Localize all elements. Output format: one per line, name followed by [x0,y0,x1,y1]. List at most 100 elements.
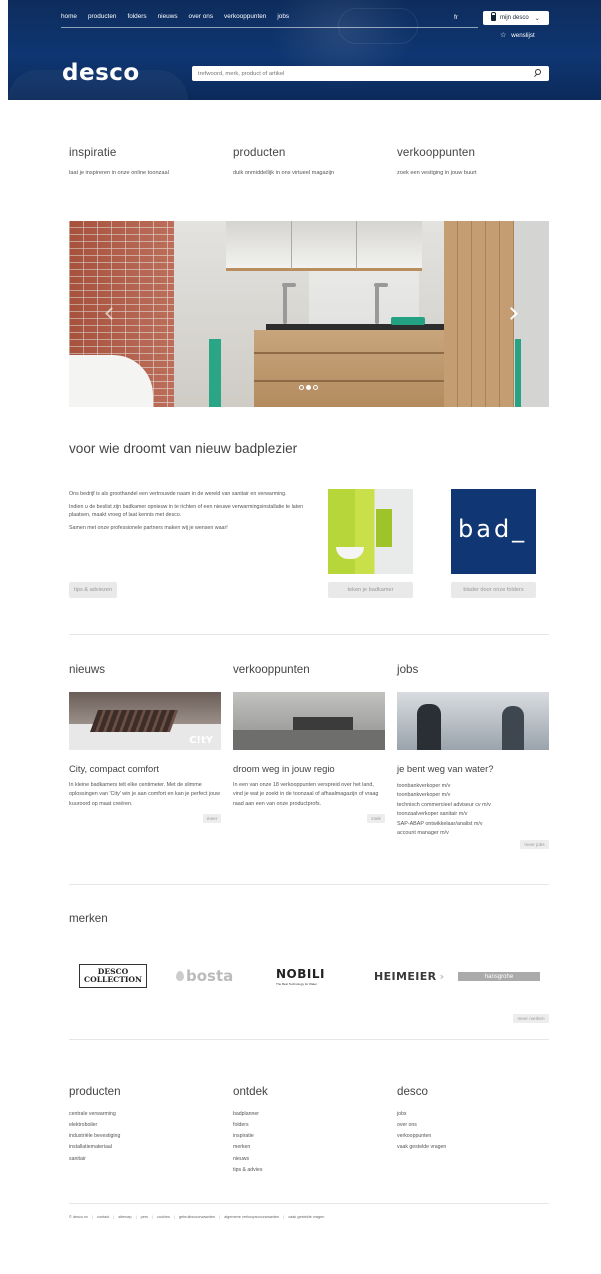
hansgrohe-logo[interactable]: hansgrohe [458,972,540,981]
carousel-dot[interactable] [299,385,304,390]
desco-logo[interactable]: desco [62,60,140,86]
hero-towel [391,317,425,325]
footer-link[interactable]: merken [233,1142,262,1153]
badplanner-button[interactable]: teken je badkamer [328,582,413,598]
intro-producten[interactable]: producten duik onmiddellijk in ons virtu… [233,146,334,178]
drop-icon [176,971,184,981]
verkooppunten-heading: verkooppunten [233,663,310,676]
jobs-image[interactable] [397,692,549,750]
job-item[interactable]: SAP-ABAP ontwikkelaar/analist m/v [397,820,491,829]
legal-link-sales-terms[interactable]: algemene verkoopsvoorwaarden [224,1215,279,1219]
carousel-dot-active[interactable] [306,385,311,390]
hero-mirror [226,221,422,271]
brand-name: HEIMEIER [374,969,437,983]
footer-list-desco: jobs over ons verkooppunten vaak gesteld… [397,1109,446,1154]
job-item[interactable]: toonbankverkoper m/v [397,782,491,791]
dream-paragraph: Samen met onze professionele partners ma… [69,525,228,532]
hero-tap [282,283,296,324]
dream-paragraph: Indien u de beslist zijn badkamer opnieu… [69,503,304,519]
news-image[interactable]: C!tY [69,692,221,750]
divider [69,634,549,635]
footer-link[interactable]: over ons [397,1120,446,1131]
news-heading: nieuws [69,663,106,676]
folders-thumbnail[interactable]: bad_ [451,489,536,574]
footer-heading-producten: producten [69,1085,121,1098]
hero-cabinet [254,330,444,407]
footer-link[interactable]: elektroboiler [69,1120,120,1131]
intro-text: duik onmiddellijk in ons virtueel magazi… [233,170,335,176]
divider [69,1203,549,1204]
footer-link[interactable]: tips & advies [233,1165,262,1176]
footer-link[interactable]: jobs [397,1109,446,1120]
heimeier-logo[interactable]: HEIMEIER › [374,964,445,988]
star-icon: ☆ [500,32,507,39]
search-input[interactable] [198,68,518,79]
nav-home[interactable]: home [61,13,77,20]
footer-link[interactable]: folders [233,1120,262,1131]
footer-link[interactable]: verkooppunten [397,1131,446,1142]
news-title[interactable]: City, compact comfort [69,763,159,774]
carousel-dot[interactable] [313,385,318,390]
brands-heading: merken [69,912,108,925]
nav-producten[interactable]: producten [88,13,116,20]
language-switch[interactable]: fr [454,14,458,21]
footer-link[interactable]: badplanner [233,1109,262,1120]
badplanner-thumbnail[interactable] [328,489,413,574]
footer-link[interactable]: industriële bevestiging [69,1131,120,1142]
nav-verkooppunten[interactable]: verkooppunten [224,13,266,20]
nav-folders[interactable]: folders [127,13,146,20]
chevron-down-icon: ⌄ [534,15,540,22]
hero-tall-cabinet [444,221,514,407]
footer-link[interactable]: installatiemateriaal [69,1142,120,1153]
legal-link-contact[interactable]: contact [97,1215,109,1219]
jobs-title[interactable]: je bent weg van water? [397,763,493,774]
jobs-heading: jobs [397,663,419,676]
wishlist-label: wenslijst [511,31,535,39]
nobili-logo[interactable]: NOBILI The Best Technology for Water [276,964,325,988]
copyright: © desco nv [69,1215,89,1219]
verkooppunten-search-button[interactable]: zoek [367,814,385,823]
tips-button[interactable]: tips & adviezen [69,582,117,598]
wishlist-link[interactable]: ☆ wenslijst [500,31,535,40]
hero-carousel[interactable] [69,221,549,407]
news-more-button[interactable]: meer [203,814,221,823]
legal-link-terms[interactable]: gebruiksvoorwaarden [179,1215,215,1219]
desco-collection-logo[interactable]: DESCO COLLECTION [79,964,147,988]
jobs-more-button[interactable]: meer jobs [520,840,549,849]
nav-divider [61,27,478,28]
legal-link-faq[interactable]: vaak gestelde vragen [288,1215,324,1219]
footer-link[interactable]: nieuws [233,1154,262,1165]
legal-link-sitemap[interactable]: sitemap [118,1215,131,1219]
nav-jobs[interactable]: jobs [277,13,289,20]
bosta-logo[interactable]: bosta [176,964,233,988]
footer-link[interactable]: centrale verwarming [69,1109,120,1120]
job-item[interactable]: toonzaalverkoper sanitair m/v [397,810,491,819]
legal-link-pers[interactable]: pers [141,1215,148,1219]
account-button[interactable]: mijn desco ⌄ [483,11,549,25]
job-item[interactable]: account manager m/v [397,829,491,838]
divider [69,884,549,885]
chevron-right-icon: › [439,969,445,983]
lock-icon [491,12,496,21]
brand-name: bosta [186,967,234,985]
nav-nieuws[interactable]: nieuws [158,13,178,20]
search-icon[interactable] [535,69,541,75]
search-bar [192,66,549,81]
folders-button[interactable]: blader door onze folders [451,582,536,598]
showroom-image[interactable] [233,692,385,750]
footer-link[interactable]: vaak gestelde vragen [397,1142,446,1153]
brands-more-button[interactable]: meer merken [513,1014,549,1023]
intro-title: verkooppunten [397,146,476,159]
intro-text: zoek een vestiging in jouw buurt [397,170,477,176]
dream-heading: voor wie droomt van nieuw badplezier [69,441,298,456]
verkooppunten-title[interactable]: droom weg in jouw regio [233,763,335,774]
job-item[interactable]: technisch commercieel adviseur cv m/v [397,801,491,810]
footer-list-producten: centrale verwarming elektroboiler indust… [69,1109,120,1165]
nav-over-ons[interactable]: over ons [189,13,214,20]
intro-verkooppunten[interactable]: verkooppunten zoek een vestiging in jouw… [397,146,477,178]
job-item[interactable]: toonbankverkoper m/v [397,791,491,800]
footer-link[interactable]: inspiratie [233,1131,262,1142]
legal-link-cookies[interactable]: cookies [157,1215,170,1219]
footer-link[interactable]: sanitair [69,1154,120,1165]
intro-inspiratie[interactable]: inspiratie laat je inspireren in onze on… [69,146,169,178]
